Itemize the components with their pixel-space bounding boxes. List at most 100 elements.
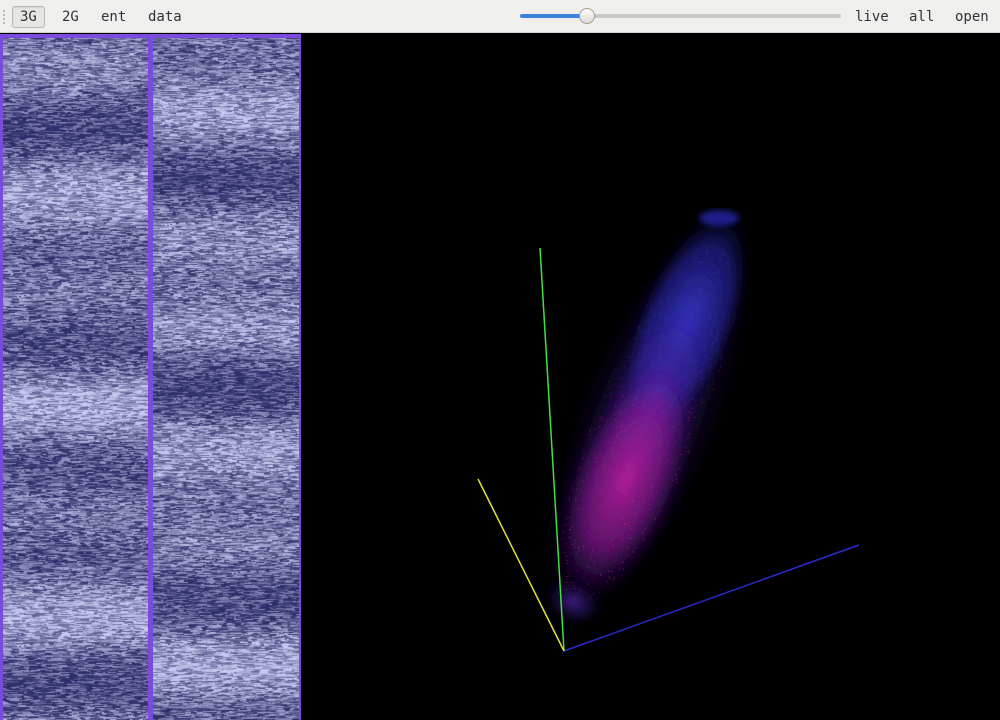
cloud-point — [655, 399, 657, 400]
cloud-point — [666, 453, 668, 455]
cloud-point — [647, 332, 649, 333]
cloud-point — [624, 425, 626, 426]
cloud-point — [712, 256, 714, 258]
cloud-point — [660, 314, 662, 316]
position-slider[interactable] — [520, 8, 841, 25]
cloud-point — [566, 559, 568, 561]
cloud-point — [592, 549, 593, 551]
cloud-point — [683, 367, 685, 369]
cloud-point — [679, 434, 681, 436]
cloud-point — [717, 339, 719, 341]
cloud-point — [643, 315, 645, 317]
cloud-point — [698, 281, 700, 283]
cloud-point — [692, 311, 693, 313]
cloud-point — [705, 250, 707, 252]
cloud-point — [677, 405, 679, 407]
cloud-point — [620, 445, 622, 447]
cloud-point — [723, 254, 725, 256]
cloud-point — [719, 298, 721, 300]
cloud-point — [612, 578, 614, 580]
cloud-point — [654, 492, 656, 494]
cloud-point — [593, 453, 595, 455]
cloud-point — [708, 267, 710, 269]
cloud-point — [677, 311, 679, 313]
cloud-point — [600, 574, 602, 575]
cloud-point — [571, 527, 573, 528]
cloud-point — [698, 260, 700, 262]
cloud-point — [699, 288, 701, 290]
cloud-point — [665, 361, 667, 363]
cloud-point — [644, 345, 646, 347]
slider-fill — [520, 14, 588, 18]
trigram-3d-view[interactable] — [301, 34, 1000, 720]
cloud-point — [710, 362, 711, 364]
cloud-point — [653, 393, 655, 395]
cloud-point — [626, 547, 628, 549]
cloud-point — [721, 259, 722, 261]
cloud-point — [597, 461, 598, 463]
cloud-point — [610, 532, 612, 534]
cloud-point — [728, 287, 730, 289]
cloud-point — [629, 506, 631, 507]
cloud-point — [685, 280, 687, 282]
cloud-point — [678, 323, 680, 325]
cloud-point — [620, 559, 622, 561]
cloud-point — [622, 393, 624, 395]
cloud-point — [657, 338, 659, 340]
cloud-point — [678, 275, 680, 277]
cloud-point — [632, 499, 633, 501]
cloud-point — [719, 322, 721, 324]
cloud-point — [625, 401, 627, 403]
cloud-point — [614, 460, 615, 462]
cloud-point — [708, 272, 710, 273]
cloud-point — [598, 426, 600, 428]
cloud-point — [634, 471, 636, 473]
cloud-point — [687, 420, 689, 422]
cloud-point — [648, 508, 650, 510]
cloud-point — [616, 434, 618, 436]
cloud-point — [641, 492, 643, 494]
cloud-point — [623, 490, 625, 492]
cloud-point — [612, 437, 614, 439]
cloud-point — [622, 562, 624, 563]
cloud-point — [633, 551, 635, 553]
view-data-button[interactable]: data — [140, 6, 190, 28]
cloud-point — [674, 459, 676, 461]
cloud-point — [606, 386, 607, 388]
live-button[interactable]: live — [847, 6, 897, 28]
open-button[interactable]: open — [947, 6, 997, 28]
cloud-point — [611, 545, 613, 546]
cloud-point — [622, 401, 624, 403]
cloud-point — [596, 457, 598, 459]
slider-thumb[interactable] — [579, 8, 596, 24]
cloud-point — [615, 405, 617, 407]
byte-strip-full[interactable] — [3, 38, 148, 720]
cloud-point — [623, 478, 625, 480]
view-2g-button[interactable]: 2G — [54, 6, 87, 28]
cloud-point — [650, 309, 651, 311]
cloud-point — [679, 467, 681, 469]
cloud-point — [696, 323, 698, 325]
cloud-point — [640, 362, 642, 363]
cloud-point — [727, 262, 729, 264]
cloud-point — [608, 497, 610, 499]
toolbar-grip-icon[interactable] — [2, 10, 6, 24]
cloud-point — [621, 379, 623, 381]
byte-strip-zoom[interactable] — [153, 38, 299, 720]
cloud-point — [565, 524, 567, 526]
cloud-point — [658, 504, 660, 506]
cloud-point — [633, 524, 635, 526]
cloud-point — [575, 570, 577, 572]
cloud-point — [590, 539, 592, 541]
cloud-point — [645, 516, 647, 518]
cloud-point — [622, 546, 624, 548]
cloud-point — [652, 364, 654, 366]
cloud-point — [614, 481, 616, 483]
cloud-point — [573, 585, 575, 587]
view-3g-button[interactable]: 3G — [12, 6, 45, 28]
cloud-point — [630, 443, 632, 445]
cloud-point — [593, 457, 595, 459]
all-button[interactable]: all — [901, 6, 942, 28]
cloud-point — [591, 554, 593, 556]
view-entropy-button[interactable]: ent — [93, 6, 134, 28]
